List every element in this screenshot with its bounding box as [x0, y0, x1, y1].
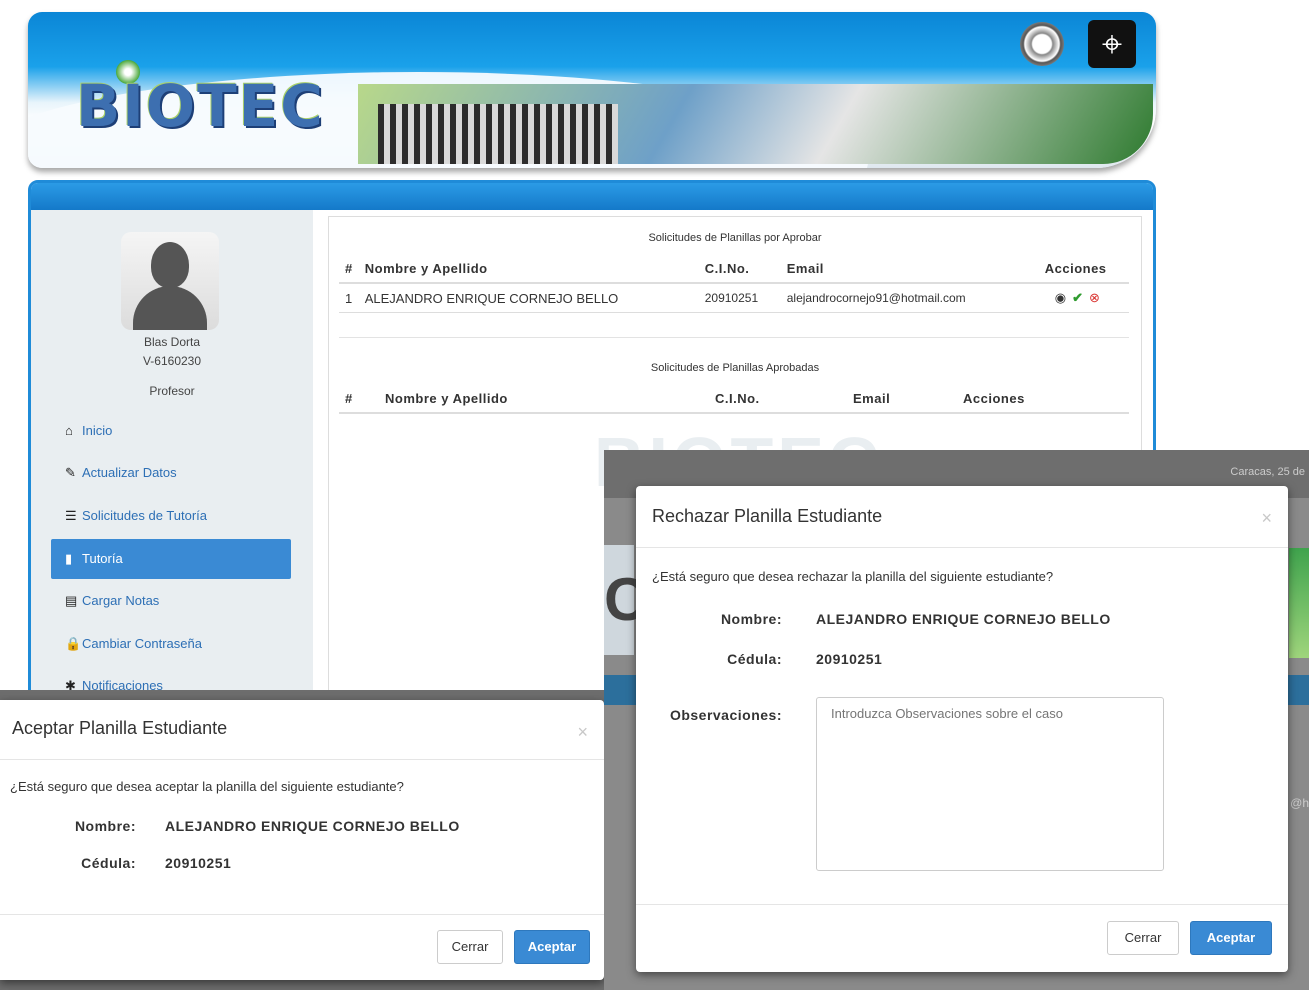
name-label: Nombre: [74, 818, 136, 834]
lock-icon: 🔒 [65, 636, 82, 651]
sidebar: Blas Dorta V-6160230 Profesor ⌂ Inicio ✎ A… [31, 210, 313, 697]
sidebar-item-label: Cargar Notas [82, 593, 160, 608]
sidebar-item-label: Actualizar Datos [82, 465, 177, 480]
modal-question: ¿Está seguro que desea rechazar la plani… [652, 569, 1054, 584]
row-ci: 20910251 [698, 283, 781, 313]
reject-x-icon[interactable]: ⊗ [1089, 290, 1100, 305]
modal-footer: Cerrar Aceptar [636, 904, 1288, 972]
aceptar-button[interactable]: Aceptar [1190, 921, 1272, 955]
profile-name: Blas Dorta [143, 335, 201, 349]
avatar [121, 232, 219, 330]
sidebar-item-label: Inicio [82, 423, 113, 438]
col-name: Nombre y Apellido [358, 255, 699, 284]
cedula-value: 20910251 [816, 651, 883, 667]
modal-footer: Cerrar Aceptar [0, 914, 604, 980]
name-value: ALEJANDRO ENRIQUE CORNEJO BELLO [165, 818, 460, 834]
edit-icon: ✎ [65, 465, 76, 480]
document-icon: ▤ [65, 593, 78, 608]
accept-modal: Aceptar Planilla Estudiante × ¿Está segu… [0, 700, 604, 980]
modal-title: Aceptar Planilla Estudiante [12, 718, 228, 738]
sidebar-item-label: Tutoría [82, 551, 123, 566]
sidebar-item-inicio[interactable]: ⌂ Inicio [51, 411, 291, 451]
cedula-label: Cédula: [81, 855, 136, 871]
backdrop-date-text: Caracas, 25 de [1230, 466, 1305, 478]
close-icon[interactable]: × [1261, 508, 1272, 529]
pending-table: # Nombre y Apellido C.I.No. Email Accion… [339, 255, 1129, 313]
col-num: # [339, 385, 379, 414]
book-icon: ▮ [65, 551, 73, 566]
sidebar-item-label: Cambiar Contraseña [82, 636, 202, 651]
reject-modal: Rechazar Planilla Estudiante × ¿Está seg… [636, 486, 1288, 972]
view-icon[interactable]: ◉ [1055, 290, 1066, 305]
backdrop-photo-fragment [1289, 548, 1309, 658]
approved-section-title: Solicitudes de Planillas Aprobadas [650, 362, 820, 374]
section-divider [339, 337, 1129, 338]
modal-header: Rechazar Planilla Estudiante × [636, 486, 1288, 548]
profile-role: Profesor [149, 384, 195, 398]
name-label: Nombre: [720, 611, 782, 627]
sidebar-item-tutoria[interactable]: ▮ Tutoría [51, 539, 291, 579]
close-icon[interactable]: × [577, 722, 588, 743]
col-name: Nombre y Apellido [379, 385, 709, 414]
backdrop-logo-fragment: C [604, 545, 647, 655]
approved-table: # Nombre y Apellido C.I.No. Email Accion… [339, 385, 1129, 414]
col-actions: Acciones [1038, 255, 1129, 284]
row-name: ALEJANDRO ENRIQUE CORNEJO BELLO [358, 283, 699, 313]
accept-modal-screenshot: Aceptar Planilla Estudiante × ¿Está segu… [0, 690, 604, 990]
banner-photo-collage [358, 84, 1153, 164]
cerrar-button[interactable]: Cerrar [1107, 921, 1179, 955]
col-email: Email [847, 385, 957, 414]
reject-modal-screenshot: Caracas, 25 de C @h Rechazar Planilla Es… [604, 450, 1309, 990]
observaciones-label: Observaciones: [669, 707, 782, 723]
row-actions: ◉ ✔ ⊗ [1038, 283, 1129, 313]
site-logo: BIOTEC [76, 72, 325, 140]
cedula-value: 20910251 [165, 855, 232, 871]
col-ci: C.I.No. [698, 255, 781, 284]
university-seal-icon [1020, 22, 1064, 66]
avatar-head-icon [151, 242, 189, 288]
table-row: 1 ALEJANDRO ENRIQUE CORNEJO BELLO 209102… [339, 283, 1129, 313]
cerrar-button[interactable]: Cerrar [437, 930, 503, 964]
observaciones-textarea[interactable] [816, 697, 1164, 871]
avatar-body-icon [133, 286, 207, 330]
row-email: alejandrocornejo91@hotmail.com [780, 283, 1039, 313]
map-emblem-icon: ⌖ [1088, 20, 1136, 68]
col-ci: C.I.No. [709, 385, 847, 414]
table-header-row: # Nombre y Apellido C.I.No. Email Accion… [339, 385, 1129, 414]
sidebar-item-cambiar-contrasena[interactable]: 🔒Cambiar Contraseña [51, 624, 291, 664]
modal-header: Aceptar Planilla Estudiante × [0, 700, 604, 760]
home-icon: ⌂ [65, 423, 73, 438]
list-icon: ☰ [65, 508, 77, 523]
sidebar-item-solicitudes[interactable]: ☰ Solicitudes de Tutoría [51, 496, 291, 536]
col-email: Email [780, 255, 1039, 284]
profile-id: V-6160230 [142, 354, 202, 368]
aceptar-button[interactable]: Aceptar [514, 930, 590, 964]
col-num: # [339, 255, 359, 284]
approve-check-icon[interactable]: ✔ [1072, 290, 1083, 305]
sidebar-item-label: Solicitudes de Tutoría [82, 508, 208, 523]
sidebar-item-cargar-notas[interactable]: ▤ Cargar Notas [51, 581, 291, 621]
backdrop-email-fragment: @h [1290, 796, 1309, 810]
pending-section-title: Solicitudes de Planillas por Aprobar [648, 232, 822, 244]
sidebar-item-actualizar-datos[interactable]: ✎ Actualizar Datos [51, 453, 291, 493]
row-num: 1 [339, 283, 359, 313]
modal-title: Rechazar Planilla Estudiante [652, 506, 883, 526]
table-header-row: # Nombre y Apellido C.I.No. Email Accion… [339, 255, 1129, 284]
name-value: ALEJANDRO ENRIQUE CORNEJO BELLO [816, 611, 1111, 627]
top-nav-bar [31, 183, 1153, 210]
modal-question: ¿Está seguro que desea aceptar la planil… [10, 779, 404, 794]
col-actions: Acciones [957, 385, 1129, 414]
cedula-label: Cédula: [727, 651, 782, 667]
header-banner: BIOTEC ⌖ [28, 12, 1156, 168]
